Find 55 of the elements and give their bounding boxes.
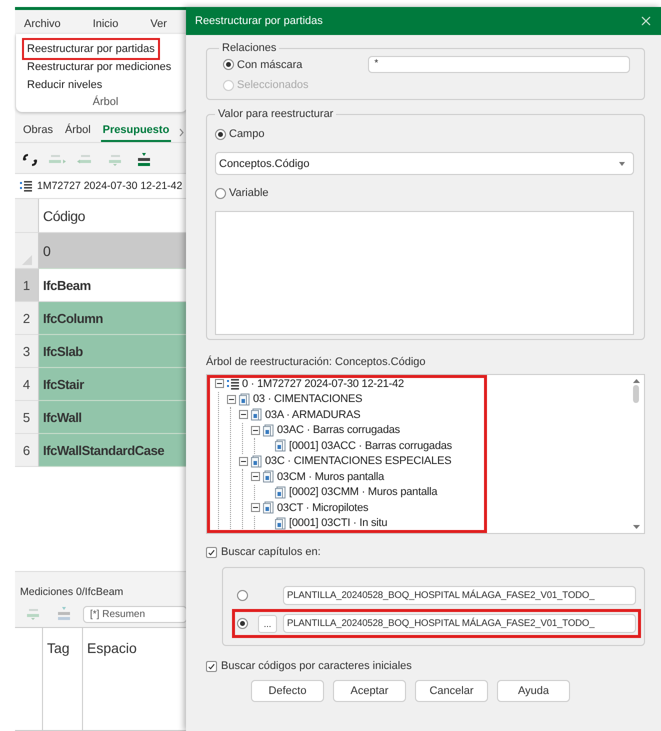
tree-item[interactable]: 03C · CIMENTACIONES ESPECIALES (265, 455, 452, 468)
view-selector[interactable]: [*] Resumen (83, 606, 187, 622)
tree-item[interactable]: [0001] 03ACC · Barras corrugadas (289, 440, 452, 452)
dialog-button[interactable]: Cancelar (415, 680, 488, 702)
radio-label: Seleccionados (237, 79, 309, 91)
budget-title: 1M72727 2024-07-30 12-21-42 (37, 180, 182, 192)
browse-button[interactable]: ... (258, 614, 277, 632)
group-title: Relaciones (221, 42, 278, 54)
menu-item[interactable]: Ver (150, 18, 167, 30)
table-cell[interactable]: IfcWall (39, 401, 187, 434)
ribbon-command[interactable]: Reducir niveles (24, 76, 106, 94)
tab[interactable]: Presupuesto (100, 124, 172, 142)
menu-item[interactable]: Inicio (92, 18, 118, 30)
tree-item[interactable]: 03A · ARMADURAS (265, 408, 360, 421)
file-path-field[interactable]: PLANTILLA_20240528_BOQ_HOSPITAL MÁLAGA_FASE2_V01_TODO_ (283, 586, 636, 605)
menu-item[interactable]: Archivo (24, 18, 61, 30)
mask-field[interactable]: * (368, 56, 630, 73)
tree-label: Árbol de reestructuración: Conceptos.Código (206, 356, 427, 368)
dialog-title: Reestructurar por partidas (195, 15, 323, 27)
radio-label: Variable (229, 187, 269, 199)
checkbox-label: Buscar códigos por caracteres iniciales (221, 660, 412, 672)
tree-item[interactable]: 03 · CIMENTACIONES (253, 393, 362, 406)
table-cell[interactable]: IfcColumn (39, 302, 187, 335)
dialog-button[interactable]: Ayuda (497, 680, 570, 702)
tree-item[interactable]: [0002] 03CMM · Muros pantalla (289, 486, 438, 498)
table-cell[interactable]: IfcStair (39, 368, 187, 401)
panel-title: Mediciones 0/IfcBeam (19, 584, 124, 600)
column-header[interactable]: Tag (43, 628, 83, 731)
radio-label: Campo (229, 128, 264, 140)
file-path-field[interactable]: PLANTILLA_20240528_BOQ_HOSPITAL MÁLAGA_FASE2_V01_TODO_ (283, 614, 636, 633)
tree-item[interactable]: [0001] 03CTI · In situ (289, 517, 388, 530)
tab[interactable]: Obras (21, 124, 55, 142)
dialog-button[interactable]: Aceptar (333, 680, 406, 702)
radio-label: Con máscara (237, 58, 302, 70)
group-title: Valor para reestructurar (217, 108, 334, 120)
tree-item[interactable]: 0 · 1M72727 2024-07-30 12-21-42 (242, 378, 404, 390)
field-dropdown[interactable]: Conceptos.Código (215, 152, 634, 175)
row-number: 3 (15, 335, 39, 368)
dialog-button[interactable]: Defecto (251, 680, 324, 702)
tree-item[interactable]: 03AC · Barras corrugadas (277, 424, 400, 436)
row-number: 2 (15, 302, 39, 335)
table-cell[interactable]: IfcWallStandardCase (39, 434, 187, 467)
checkbox-label: Buscar capítulos en: (221, 546, 321, 558)
ribbon-group-label: Árbol (92, 94, 120, 108)
row-number: 5 (15, 401, 39, 434)
table-cell[interactable]: IfcSlab (39, 335, 187, 368)
tab[interactable]: Árbol (62, 124, 93, 142)
row-number: 4 (15, 368, 39, 401)
ribbon-command[interactable]: Reestructurar por mediciones (24, 58, 174, 76)
row-number: 1 (15, 269, 39, 302)
tree-item[interactable]: 03CT · Micropilotes (277, 502, 368, 514)
ribbon-command[interactable]: Reestructurar por partidas (24, 40, 158, 58)
tree-item[interactable]: 03CM · Muros pantalla (277, 470, 384, 483)
row-number: 6 (15, 434, 39, 467)
filter-cell[interactable]: 0 (39, 233, 187, 269)
